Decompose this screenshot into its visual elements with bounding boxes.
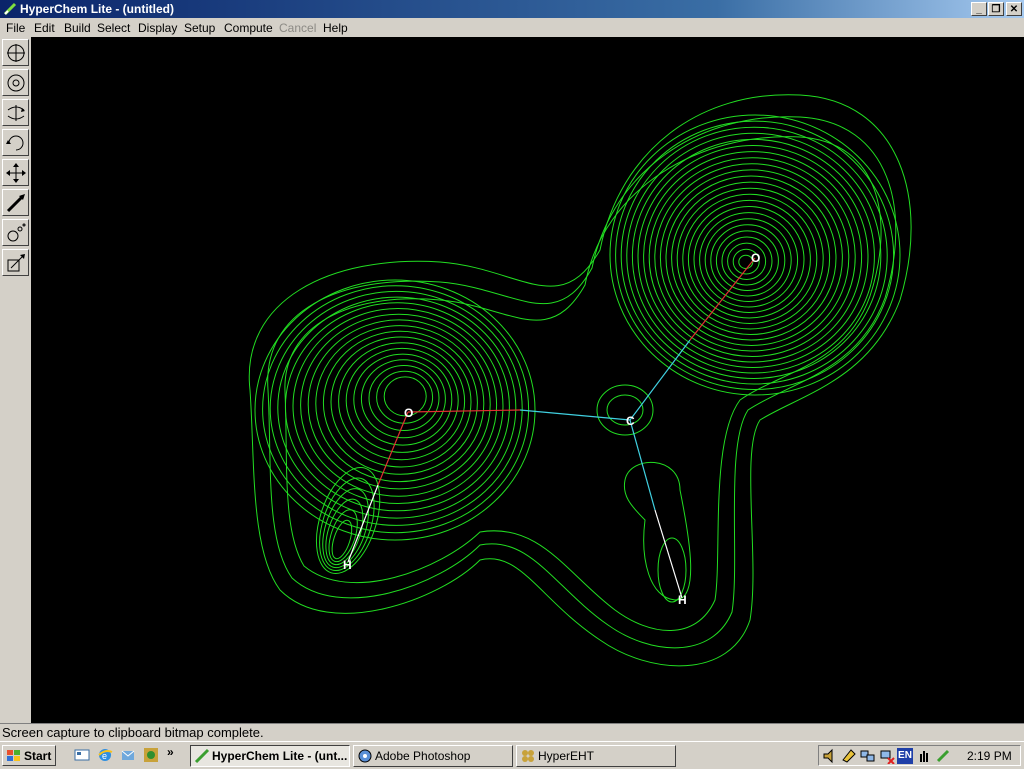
menu-build[interactable]: Build — [64, 21, 91, 35]
start-label: Start — [24, 749, 52, 763]
rotate-outofplane-button[interactable] — [2, 99, 29, 126]
taskbar: Start e » HyperChem Lite - (unt... Adobe… — [0, 741, 1024, 769]
taskbar-button-photoshop[interactable]: Adobe Photoshop — [353, 745, 513, 767]
taskbar-button-label: Adobe Photoshop — [375, 749, 471, 763]
show-desktop-icon[interactable] — [74, 747, 90, 763]
pen-tray-icon[interactable] — [935, 748, 951, 764]
outer-contour — [248, 94, 912, 667]
oxygen-left-contour — [307, 319, 491, 490]
oxygen-right-contour — [682, 193, 818, 324]
tray-app-icon[interactable] — [841, 748, 857, 764]
outer-contour — [267, 116, 897, 649]
zoom-button[interactable] — [2, 219, 29, 246]
hydrogen-right-contour — [623, 461, 692, 601]
z-translate-button[interactable] — [2, 189, 29, 216]
bond — [629, 419, 656, 511]
oxygen-left-contour — [262, 285, 530, 534]
oxygen-left-contour — [277, 296, 517, 519]
restore-button[interactable]: ❐ — [988, 2, 1004, 16]
hydrogen-left-contour — [331, 519, 353, 560]
menu-cancel: Cancel — [279, 21, 317, 35]
internet-explorer-icon[interactable]: e — [97, 747, 113, 763]
menu-select[interactable]: Select — [97, 21, 130, 35]
carbon-contour — [596, 384, 654, 436]
oxygen-left-contour — [284, 302, 510, 512]
translate-icon — [6, 163, 26, 183]
hyperchem-task-icon — [194, 748, 210, 764]
oxygen-right-contour — [699, 212, 799, 308]
start-button[interactable]: Start — [2, 745, 56, 766]
draw-tool-button[interactable] — [2, 39, 29, 66]
atom-label: O — [751, 251, 760, 265]
title-bar: HyperChem Lite - (untitled) _ ❐ ✕ — [0, 0, 1024, 18]
z-clip-button[interactable] — [2, 249, 29, 276]
menu-edit[interactable]: Edit — [34, 21, 55, 35]
draw-tool-icon — [7, 44, 25, 62]
outer-contour — [284, 136, 882, 631]
oxygen-left-contour — [330, 336, 472, 468]
rotate-inplane-icon — [6, 135, 24, 151]
svg-text:e: e — [102, 751, 107, 761]
z-clip-icon — [7, 254, 25, 272]
network-disconnected-icon[interactable] — [879, 748, 895, 764]
oxygen-right-contour — [721, 236, 773, 286]
photoshop-task-icon — [358, 749, 372, 763]
menu-file[interactable]: File — [6, 21, 25, 35]
outlook-express-icon[interactable] — [120, 747, 136, 763]
oxygen-right-contour — [687, 199, 811, 319]
menu-compute[interactable]: Compute — [224, 21, 273, 35]
select-tool-button[interactable] — [2, 69, 29, 96]
z-translate-icon — [6, 194, 25, 213]
atom-label: O — [404, 406, 413, 420]
hyperchem-app-icon[interactable] — [3, 2, 17, 16]
menu-display[interactable]: Display — [138, 21, 177, 35]
oxygen-left-contour — [345, 347, 459, 453]
rotate-outofplane-icon — [7, 105, 25, 121]
language-indicator[interactable]: EN — [897, 748, 913, 764]
select-tool-icon — [7, 74, 25, 92]
bond — [689, 257, 756, 341]
menu-setup[interactable]: Setup — [184, 21, 215, 35]
oxygen-right-contour — [715, 230, 779, 292]
menu-help[interactable]: Help — [323, 21, 348, 35]
molecule-workspace[interactable]: O O C H H — [31, 37, 1024, 723]
menu-bar: File Edit Build Select Display Setup Com… — [0, 18, 1024, 37]
system-tray: EN 2:19 PM — [818, 745, 1021, 766]
taskbar-button-hyperchem[interactable]: HyperChem Lite - (unt... — [190, 745, 350, 767]
atom-label: H — [343, 558, 352, 572]
atom-label: C — [626, 414, 635, 428]
zoom-icon — [7, 223, 26, 242]
translate-button[interactable] — [2, 159, 29, 186]
taskbar-button-label: HyperEHT — [538, 749, 595, 763]
status-message: Screen capture to clipboard bitmap compl… — [2, 725, 264, 740]
hand-tray-icon[interactable] — [916, 748, 932, 764]
bond — [629, 339, 691, 421]
electron-density-contour-plot[interactable]: O O C H H — [31, 37, 1024, 723]
hypereht-task-icon — [522, 750, 534, 762]
bond — [519, 409, 631, 421]
taskbar-button-label: HyperChem Lite - (unt... — [212, 749, 348, 763]
quicklaunch-chevron-icon[interactable]: » — [167, 745, 174, 759]
media-player-icon[interactable] — [143, 747, 159, 763]
taskbar-button-hypereht[interactable]: HyperEHT — [516, 745, 676, 767]
close-button[interactable]: ✕ — [1006, 2, 1022, 16]
network-icon[interactable] — [860, 748, 876, 764]
atom-label: H — [678, 593, 687, 607]
tool-palette — [0, 37, 31, 723]
volume-icon[interactable] — [822, 748, 838, 764]
rotate-inplane-button[interactable] — [2, 129, 29, 156]
status-bar: Screen capture to clipboard bitmap compl… — [0, 723, 1024, 741]
minimize-button[interactable]: _ — [971, 2, 987, 16]
oxygen-left-contour — [300, 313, 498, 497]
clock: 2:19 PM — [967, 749, 1012, 763]
windows-logo-icon — [7, 750, 20, 761]
window-title: HyperChem Lite - (untitled) — [20, 2, 175, 16]
oxygen-left-contour — [353, 353, 453, 446]
